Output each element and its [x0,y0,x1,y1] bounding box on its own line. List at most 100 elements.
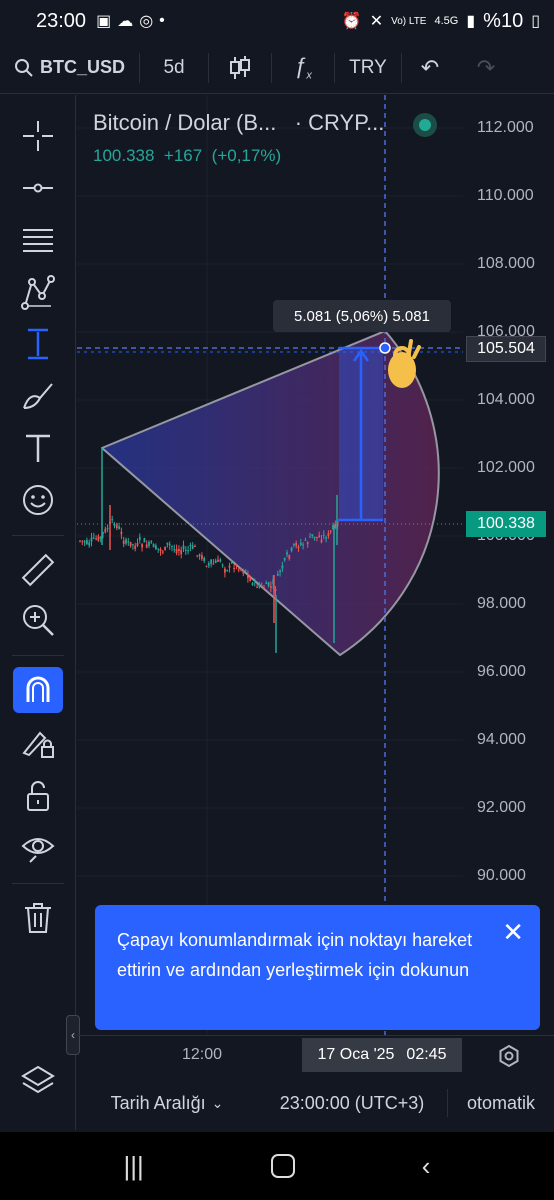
candle-body [83,541,86,543]
redo-icon: ↷ [476,54,496,80]
candle-body [175,548,178,554]
price-tick: 94.000 [477,731,526,748]
candle-body [224,568,226,573]
magnet-tool[interactable] [13,667,63,713]
home-icon[interactable] [270,1154,295,1178]
candle-body [207,563,210,566]
candle-body [247,574,249,579]
candle-body [178,549,180,552]
candle-body [237,569,240,571]
candle-body [141,544,143,548]
trend-line-tool[interactable] [13,165,63,211]
zoom-tool[interactable] [13,597,63,643]
candle-body [263,587,265,589]
trash-tool[interactable] [13,895,63,941]
price-tick: 102.000 [477,459,535,476]
time-tick: 12:00 [182,1046,223,1063]
date-range-label: Tarih Aralığı [110,1092,206,1113]
volte-label: Vo) LTE [391,15,427,27]
symbol-search-button[interactable]: BTC_USD [0,42,139,93]
ruler-tool[interactable] [13,547,63,593]
crosshair-icon [23,121,53,151]
crosshair-date: 17 Oca '25 [317,1046,395,1063]
eye-icon [21,838,55,863]
currency-button[interactable]: TRY [335,42,401,93]
recents-icon[interactable]: ||| [124,1151,144,1182]
status-time: 23:00 [36,9,87,32]
candle-body [329,530,332,532]
settings-icon[interactable] [497,1044,521,1068]
trash-icon [25,903,51,933]
candle-body [159,548,162,552]
system-nav-bar: ||| ‹ [0,1132,554,1200]
candles-icon [230,55,251,79]
measure-tool[interactable] [13,321,63,367]
candle-body [276,573,279,576]
candle-body [191,545,194,549]
scale-mode-button[interactable]: otomatik [448,1093,554,1114]
symbol-label: BTC_USD [40,57,126,77]
candle-body [318,535,321,538]
drag-handle[interactable] [379,342,391,354]
object-tree-button[interactable] [20,1063,56,1099]
timezone-button[interactable]: 23:00:00 (UTC+3) [257,1093,447,1114]
candle-body [138,536,141,540]
pattern-tool[interactable] [13,269,63,315]
cloud-icon: ☁ [117,13,134,30]
candle-body [313,536,316,539]
close-icon[interactable]: ✕ [502,917,524,947]
candle-body [293,543,295,546]
time-axis[interactable]: 12:00 17 Oca '25 02:45 [77,1035,554,1075]
brush-tool[interactable] [13,373,63,419]
candle-body [226,569,229,571]
symbol-legend[interactable]: Bitcoin / Dolar (B... · CRYP... 100.338 … [93,110,384,166]
chart-pane[interactable] [77,95,463,1035]
candle-body [253,580,256,582]
status-bar: 23:00 ▣ ☁ ◎ • ⏰ ✕ Vo) LTE 4.5G ▮ %10 ▯ [0,0,554,42]
redo-button[interactable]: ↷ [458,42,514,93]
text-tool[interactable] [13,425,63,471]
candle-body [235,564,238,566]
candle-body [180,549,183,555]
candle-body [295,542,298,546]
fib-tool[interactable] [13,217,63,263]
lock-drawings-tool[interactable] [13,720,63,766]
candle-body [311,534,314,537]
indicators-button[interactable]: ƒx [272,42,334,93]
candle-body [194,545,196,547]
candle-body [148,541,150,546]
candle-body [297,546,300,549]
undo-button[interactable]: ↶ [402,42,458,93]
candle-body [189,544,192,547]
date-range-button[interactable]: Tarih Aralığı ⌄ [77,1093,257,1114]
candle-body [214,560,217,563]
candle-body [203,558,206,561]
market-status-indicator[interactable] [413,113,437,137]
legend-price: 100.338 [93,146,155,165]
emoji-tool[interactable] [13,477,63,523]
candle-body [86,540,88,544]
lock-tool[interactable] [13,773,63,819]
candle-body [164,546,166,551]
candle-body [171,546,173,548]
price-tick: 110.000 [477,187,534,204]
back-icon[interactable]: ‹ [422,1151,431,1182]
trend-line-icon [23,183,53,193]
fib-fan-drawing[interactable] [101,330,440,656]
candle-body [221,564,224,566]
candle-body [242,571,245,574]
visibility-tool[interactable] [13,825,63,871]
price-tick: 90.000 [477,867,526,884]
chart-type-button[interactable] [209,42,271,93]
crosshair-time: 02:45 [406,1046,447,1063]
interval-button[interactable]: 5d [140,42,208,93]
candle-body [95,538,97,540]
candle-body [81,540,84,542]
price-chart[interactable] [77,95,463,1035]
legend-exchange: · CRYP... [294,110,385,135]
price-axis[interactable]: 112.000 110.000 108.000 106.000 104.000 102.0… [463,95,554,1035]
crosshair-tool[interactable] [13,113,63,159]
candle-body [168,544,171,546]
price-tick: 96.000 [477,663,526,680]
candle-body [286,552,288,555]
